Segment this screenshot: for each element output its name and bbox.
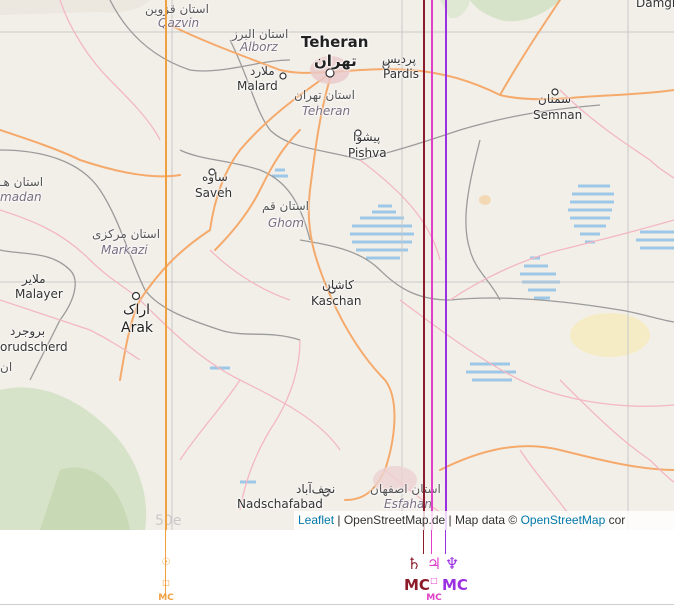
place-label-teheran-prov: Teheran (302, 104, 351, 118)
neptune-symbol-icon: ♆ (444, 554, 460, 573)
place-label-markazi: Markazi (101, 243, 148, 257)
neptune-mc-line (445, 0, 447, 530)
neptune-mc-icon: MC (442, 576, 468, 594)
leaflet-link[interactable]: Leaflet (298, 513, 334, 527)
place-label-kaschan: Kaschan (311, 294, 362, 308)
place-label-najafabad-fa: نجف‌آباد (296, 482, 336, 496)
place-label-borujerd: orudscherd (0, 340, 68, 354)
place-label-saveh-fa: ساوه (202, 170, 228, 184)
place-label-najafabad: Nadschafabad (237, 497, 323, 511)
sun-mc-line (165, 0, 167, 530)
sun-square-icon: □ (162, 578, 170, 587)
grid-longitude-label: 50e (155, 513, 182, 529)
bottom-divider (0, 604, 674, 605)
place-label-saveh: Saveh (195, 186, 233, 200)
saturn-mc-line (423, 0, 425, 530)
line-legend-strip: ☉ MC □ ♄ MC ♃ MC □ ♆ MC (0, 530, 674, 607)
place-label-pardis-fa: پردیس (382, 52, 416, 66)
place-label-malayer-fa: ملایر (22, 272, 46, 286)
place-label-qom-fa: استان قم (262, 199, 310, 213)
place-label-borujerd-fa: بروجرد (10, 324, 46, 338)
place-label-malard-fa: ملارد (250, 64, 275, 78)
attribution-tail: cor (605, 513, 626, 527)
map-view[interactable]: Damgh استان قزوین Qazvin استان البرز Alb… (0, 0, 674, 530)
attribution-tiles-text: OpenStreetMap.de | Map data © (343, 513, 521, 527)
place-label-pishva: Pishva (348, 146, 387, 160)
jupiter-symbol-icon: ♃ (426, 554, 442, 573)
map-tiles (0, 0, 674, 530)
sun-mc-icon: MC (158, 593, 174, 603)
place-label-semnan: Semnan (533, 108, 583, 122)
place-label-teheran-city: Teheran (301, 33, 369, 51)
place-label-hamadan: madan (0, 190, 42, 204)
map-attribution: Leaflet | OpenStreetMap.de | Map data © … (294, 511, 674, 530)
jupiter-mc-line-tail (431, 530, 432, 554)
saturn-mc-line-tail (423, 530, 424, 554)
place-label-arak: Arak (121, 320, 154, 336)
place-label-tehran-fa: تهران (314, 52, 357, 70)
openstreetmap-link[interactable]: OpenStreetMap (521, 513, 606, 527)
place-label-semnan-fa: سمنان (538, 92, 572, 106)
place-label-pardis: Pardis (383, 67, 419, 81)
sun-symbol-icon: ☉ (161, 557, 171, 568)
attribution-separator: | (334, 513, 344, 527)
place-label-pishva-fa: پیشوا (353, 130, 381, 144)
place-label-malayer: Malayer (15, 287, 63, 301)
place-label-damghan: Damgh (636, 0, 674, 10)
jupiter-square-icon: □ (430, 576, 438, 585)
saturn-symbol-icon: ♄ (406, 554, 422, 573)
place-label-kashan-fa: کاشان (322, 278, 354, 292)
place-label-lorestan-fa: ان (0, 360, 13, 374)
place-label-qazvin-fa: استان قزوین (145, 2, 209, 16)
jupiter-mc-icon: MC (426, 593, 442, 603)
place-label-hamadan-fa: استان هـ (0, 175, 44, 189)
place-label-arak-fa: اراک (123, 302, 151, 318)
place-label-alborz-fa: استان البرز (232, 27, 289, 41)
place-label-ghom: Ghom (268, 216, 304, 230)
place-label-markazi-fa: استان مرکزی (92, 227, 161, 241)
place-label-alborz: Alborz (240, 40, 278, 54)
place-label-malard: Malard (237, 79, 278, 93)
jupiter-mc-line (431, 0, 433, 530)
neptune-mc-line-tail (445, 530, 446, 554)
saturn-mc-icon: MC (404, 576, 430, 594)
place-label-tehran-prov-fa: استان تهران (294, 88, 355, 102)
